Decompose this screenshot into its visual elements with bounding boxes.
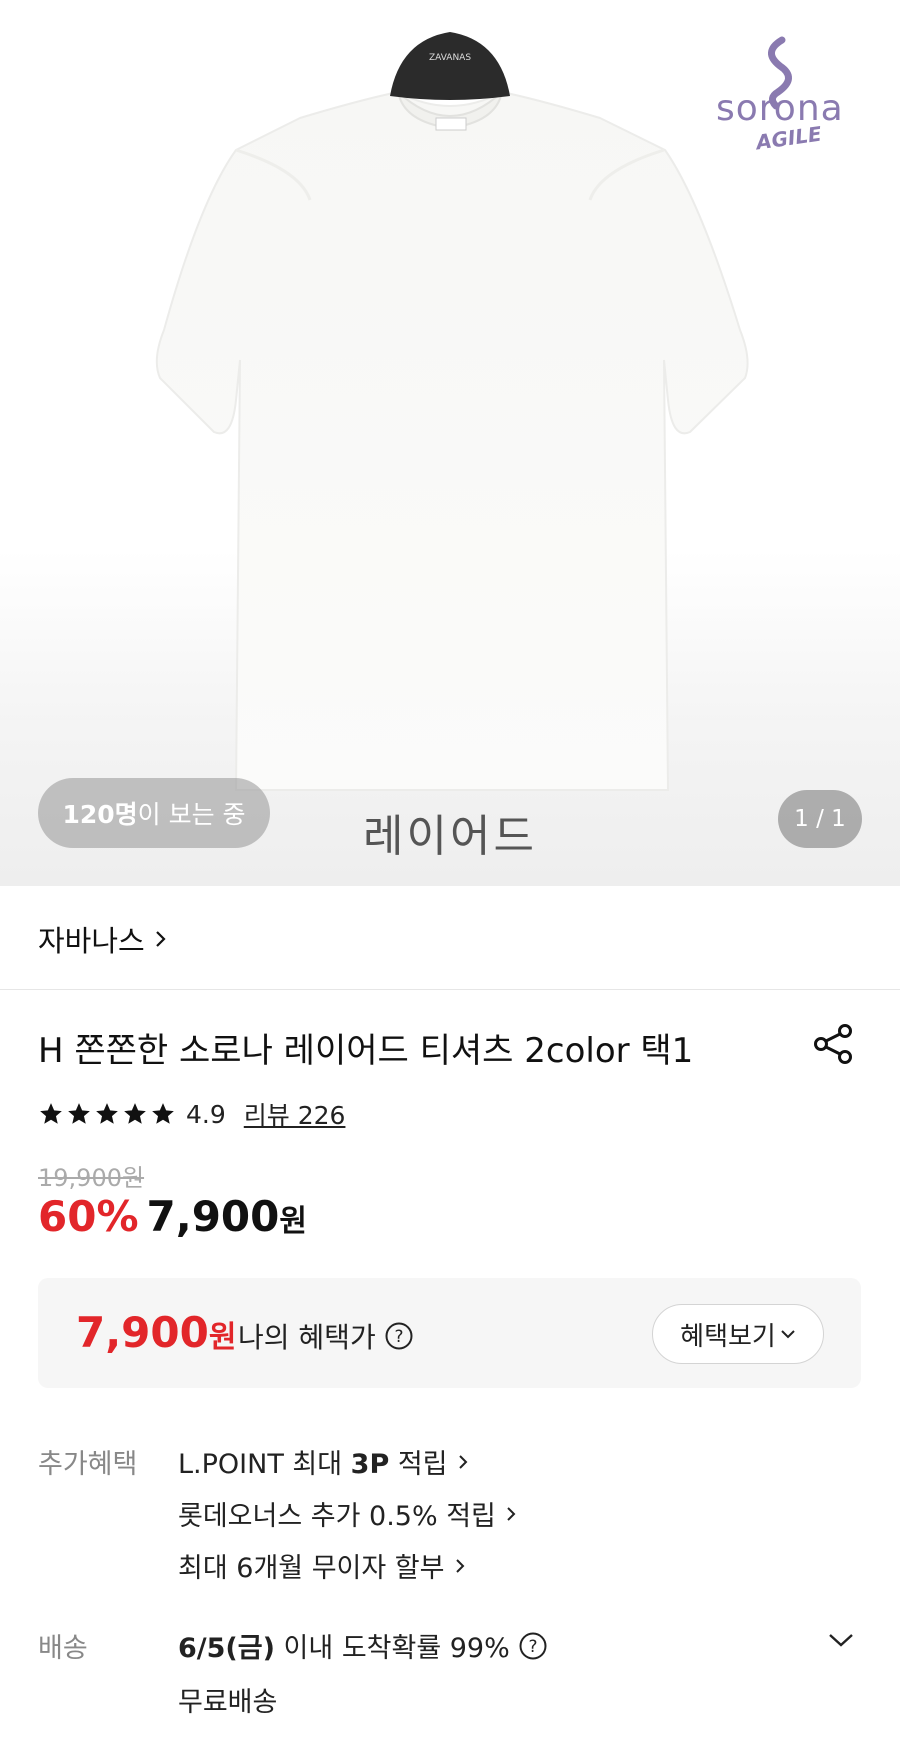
- brand-name: 자바나스: [38, 924, 145, 958]
- extra-benefits-label: 추가혜택: [38, 1449, 138, 1480]
- divider: [0, 989, 900, 990]
- original-price: 19,900원: [38, 1164, 145, 1192]
- svg-text:?: ?: [394, 1327, 403, 1347]
- benefit-line-lotte-owners[interactable]: 롯데오너스 추가 0.5% 적립: [178, 1494, 520, 1533]
- product-image-carousel[interactable]: ZAVANAS sorona AGILE 120명 이 보는 중 레이어드 1 /…: [0, 0, 900, 886]
- benefit-line-lpoint[interactable]: L.POINT 최대 3P 적립: [178, 1442, 472, 1481]
- benefit-line-post: 적립: [389, 1449, 448, 1480]
- benefit-price: 7,900 원: [76, 1308, 236, 1357]
- star-icon: [152, 1103, 174, 1124]
- price-row: 60% 7,900 원: [38, 1192, 307, 1241]
- shipping-date: 6/5(금): [178, 1633, 275, 1664]
- share-icon[interactable]: [812, 1022, 856, 1066]
- chevron-down-icon: [781, 1330, 795, 1339]
- benefit-label-text: 나의 혜택가: [238, 1321, 376, 1354]
- image-caption: 레이어드: [363, 811, 537, 862]
- benefit-price-value: 7,900: [76, 1308, 209, 1357]
- chevron-down-icon[interactable]: [826, 1630, 856, 1650]
- star-icon: [40, 1103, 62, 1124]
- benefit-currency: 원: [208, 1320, 237, 1355]
- product-title: H 쫀쫀한 소로나 레이어드 티셔츠 2color 택1: [38, 1031, 694, 1071]
- chevron-right-icon: [155, 931, 166, 947]
- benefit-price-box: 7,900 원 나의 혜택가 ? 혜택보기: [38, 1278, 861, 1388]
- rating-value: 4.9: [186, 1099, 226, 1129]
- benefit-line-installment[interactable]: 최대 6개월 무이자 할부: [178, 1546, 469, 1585]
- free-shipping: 무료배송: [178, 1687, 278, 1718]
- benefit-label: 나의 혜택가 ?: [238, 1316, 414, 1356]
- star-rating: [38, 1101, 176, 1127]
- star-icon: [124, 1103, 146, 1124]
- view-benefits-label: 혜택보기: [680, 1321, 776, 1352]
- currency: 원: [279, 1204, 307, 1239]
- help-icon[interactable]: ?: [518, 1631, 548, 1661]
- discount-rate: 60%: [38, 1192, 139, 1241]
- star-icon: [96, 1103, 118, 1124]
- image-pager: 1 / 1: [778, 790, 862, 848]
- benefit-line-text: L.POINT 최대: [178, 1449, 351, 1480]
- shipping-eta-text: 이내 도착확률 99%: [274, 1633, 510, 1664]
- benefit-line-text: 최대 6개월 무이자 할부: [178, 1553, 445, 1584]
- shipping-label: 배송: [38, 1633, 88, 1664]
- shipping-eta: 6/5(금) 이내 도착확률 99% ?: [178, 1626, 548, 1665]
- star-icon: [68, 1103, 90, 1124]
- chevron-right-icon: [455, 1558, 464, 1573]
- sale-price: 7,900: [146, 1192, 280, 1241]
- review-link[interactable]: 리뷰 226: [244, 1096, 346, 1132]
- sorona-logo-text: sorona: [716, 88, 844, 129]
- rating-row: 4.9 리뷰 226: [38, 1096, 345, 1132]
- brand-link[interactable]: 자바나스: [38, 918, 169, 960]
- benefit-line-bold: 3P: [350, 1449, 390, 1480]
- hanger-label: ZAVANAS: [429, 53, 471, 63]
- benefit-line-text: 롯데오너스 추가 0.5% 적립: [178, 1501, 496, 1532]
- help-icon[interactable]: ?: [384, 1321, 414, 1351]
- chevron-right-icon: [507, 1506, 516, 1521]
- chevron-right-icon: [458, 1454, 467, 1469]
- svg-text:?: ?: [528, 1637, 537, 1657]
- view-benefits-button[interactable]: 혜택보기: [652, 1304, 824, 1364]
